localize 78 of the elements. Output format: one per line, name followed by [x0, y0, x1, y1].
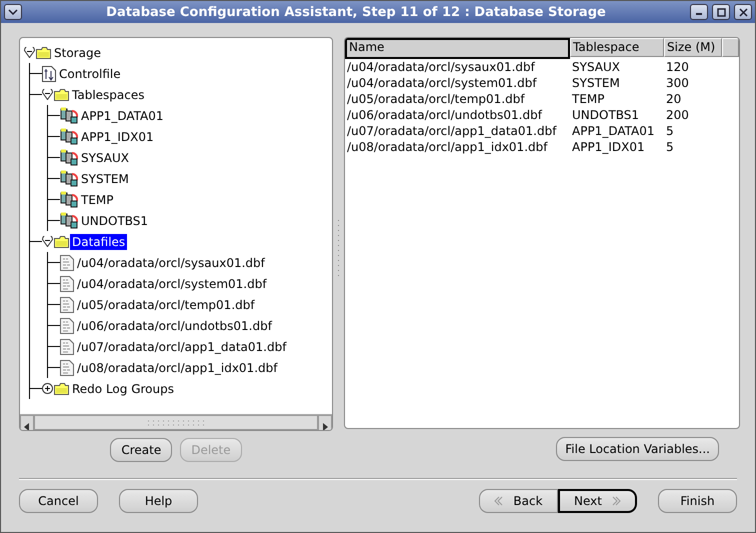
file-icon — [60, 318, 74, 334]
folder-icon — [54, 382, 69, 394]
tree-item[interactable]: APP1_IDX01 — [79, 128, 156, 144]
document-icon — [42, 66, 56, 82]
window-menu-button[interactable] — [4, 4, 22, 20]
chevron-down-icon — [8, 9, 18, 15]
tree-item[interactable]: /u04/oradata/orcl/system01.dbf — [75, 276, 269, 292]
table-cell-text: APP1_IDX01 — [571, 139, 646, 155]
maximize-icon — [716, 8, 726, 16]
folder-icon — [54, 236, 69, 248]
window-title: Database Configuration Assistant, Step 11 of 12 : Database Storage — [105, 4, 607, 20]
dialog-button[interactable]: Next — [558, 489, 637, 513]
table-cell-text: UNDOTBS1 — [571, 107, 640, 123]
table-cell-text: /u04/oradata/orcl/system01.dbf — [346, 75, 538, 91]
tree-item[interactable]: Tablespaces — [70, 86, 146, 102]
database-icon — [60, 170, 78, 187]
tree-item[interactable]: TEMP — [79, 192, 116, 208]
table-cell-text: 300 — [665, 75, 690, 91]
dialog-button[interactable]: Cancel — [19, 489, 98, 513]
file-location-variables-button[interactable]: File Location Variables... — [556, 437, 719, 461]
tree-item[interactable]: Datafiles — [70, 234, 128, 250]
dialog-button[interactable]: Back — [479, 489, 558, 513]
table-cell-text: 120 — [665, 59, 690, 75]
folder-icon — [36, 46, 51, 58]
column-header[interactable]: Tablespace — [570, 38, 664, 57]
table-cell-text: /u07/oradata/orcl/app1_data01.dbf — [346, 123, 558, 139]
tree-item[interactable]: Redo Log Groups — [70, 380, 176, 396]
tree-item[interactable]: SYSAUX — [79, 150, 131, 166]
database-icon — [60, 191, 78, 208]
tree-action-button[interactable]: Create — [110, 438, 172, 462]
table-cell-text: /u08/oradata/orcl/app1_idx01.dbf — [346, 139, 549, 155]
table-cell-text: 20 — [665, 91, 682, 107]
file-icon — [60, 276, 74, 292]
table-cell-text: /u05/oradata/orcl/temp01.dbf — [346, 91, 526, 107]
back-arrow-icon — [494, 496, 504, 506]
table-cell-text: TEMP — [571, 91, 606, 107]
column-header[interactable]: Name — [345, 38, 570, 59]
table-cell-text: SYSTEM — [571, 75, 621, 91]
table-cell-text: 5 — [665, 139, 675, 155]
database-icon — [60, 128, 78, 145]
collapse-icon[interactable] — [24, 47, 35, 58]
minimize-button[interactable] — [690, 4, 708, 20]
file-icon — [60, 296, 74, 312]
tree-item[interactable]: /u04/oradata/orcl/sysaux01.dbf — [75, 254, 267, 270]
file-icon — [60, 254, 74, 270]
table-cell-text: /u04/oradata/orcl/sysaux01.dbf — [346, 59, 536, 75]
tree-item[interactable]: Storage — [52, 44, 103, 60]
table-cell-text: SYSAUX — [571, 59, 621, 75]
tree-item[interactable]: APP1_DATA01 — [79, 108, 166, 124]
left-arrow-icon — [24, 423, 30, 430]
expand-icon[interactable] — [42, 383, 53, 394]
file-icon — [60, 338, 74, 354]
tree-item[interactable]: /u08/oradata/orcl/app1_idx01.dbf — [75, 360, 280, 376]
right-arrow-icon — [322, 423, 328, 430]
close-icon — [738, 8, 748, 16]
folder-icon — [54, 88, 69, 100]
tree-item[interactable]: SYSTEM — [79, 170, 131, 186]
next-arrow-icon — [612, 496, 621, 506]
dialog-button[interactable]: Finish — [658, 489, 737, 513]
database-icon — [60, 212, 78, 229]
tree-item[interactable]: UNDOTBS1 — [79, 212, 150, 228]
maximize-button[interactable] — [712, 4, 730, 20]
tree-item[interactable]: Controlfile — [57, 66, 123, 82]
tree-item[interactable]: /u06/oradata/orcl/undotbs01.dbf — [75, 318, 274, 334]
column-header[interactable]: Size (M) — [664, 38, 722, 57]
file-icon — [60, 360, 74, 376]
collapse-icon[interactable] — [42, 89, 53, 100]
close-button[interactable] — [734, 4, 752, 20]
collapse-icon[interactable] — [42, 236, 53, 247]
table-cell-text: /u06/oradata/orcl/undotbs01.dbf — [346, 107, 544, 123]
tree-item[interactable]: /u05/oradata/orcl/temp01.dbf — [75, 296, 257, 312]
table-cell-text: 200 — [665, 107, 690, 123]
table-cell-text: APP1_DATA01 — [571, 123, 656, 139]
dialog-button[interactable]: Help — [119, 489, 198, 513]
database-icon — [60, 149, 78, 166]
tree-item[interactable]: /u07/oradata/orcl/app1_data01.dbf — [75, 338, 288, 354]
table-cell-text: 5 — [665, 123, 675, 139]
database-icon — [60, 107, 78, 124]
